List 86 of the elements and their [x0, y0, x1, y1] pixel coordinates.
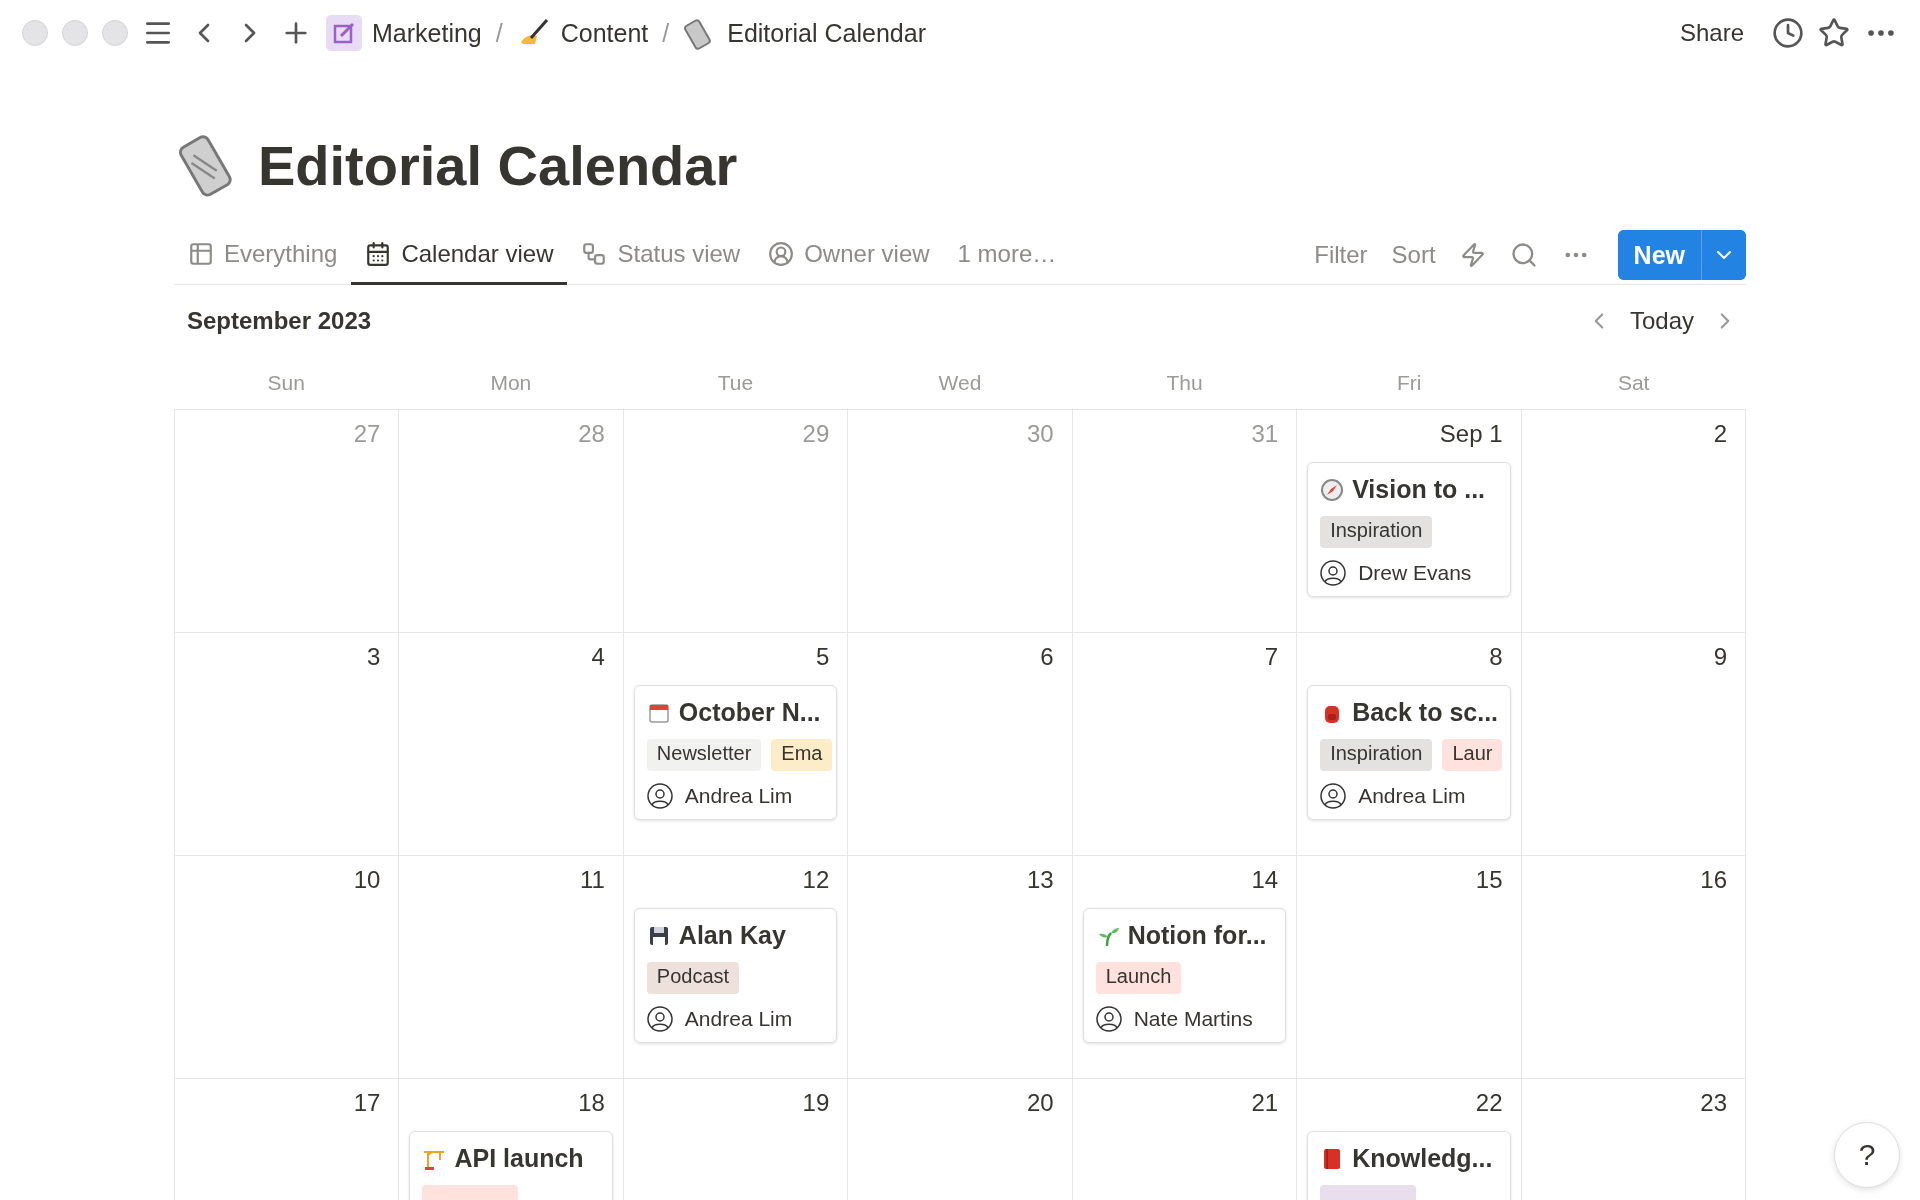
tag: Launch — [1095, 962, 1182, 994]
event-title: Notion for... — [1095, 921, 1286, 950]
breadcrumb-link[interactable]: Editorial Calendar — [683, 16, 926, 50]
day-number: 31 — [1250, 420, 1280, 448]
day-number: 9 — [1712, 643, 1728, 671]
flow-icon — [581, 241, 608, 267]
day-number: 8 — [1488, 643, 1504, 671]
avatar-icon — [646, 783, 673, 809]
day-number: 10 — [352, 866, 382, 894]
weekday-label: Fri — [1395, 370, 1423, 396]
avatar-icon — [646, 1006, 673, 1032]
weekday-label: Sun — [266, 370, 306, 396]
weekday-label: Sat — [1616, 370, 1651, 396]
calendar-icon — [365, 241, 392, 267]
day-number: 12 — [801, 866, 831, 894]
day-number: 6 — [1039, 643, 1055, 671]
weekday-label: Tue — [716, 370, 755, 396]
compass-icon — [1320, 477, 1345, 502]
day-number: 27 — [352, 420, 382, 448]
avatar-icon — [1320, 783, 1347, 809]
tag: Inspiration — [1320, 739, 1433, 771]
today-button[interactable]: Today — [1619, 307, 1704, 335]
tag: Podcast — [646, 962, 740, 994]
tag: Newsletter — [646, 739, 762, 771]
breadcrumb-separator: / — [495, 18, 503, 48]
event-card[interactable]: API launch — [409, 1131, 613, 1200]
day-number: 5 — [814, 643, 831, 671]
day-number: 21 — [1250, 1089, 1280, 1117]
day-number: Sep 1 — [1438, 420, 1504, 448]
day-number: 19 — [801, 1089, 831, 1117]
event-title: API launch — [422, 1144, 612, 1173]
breadcrumb-separator: / — [662, 18, 670, 48]
day-number: 29 — [801, 420, 831, 448]
month-title: September 2023 — [187, 307, 372, 335]
owner-name: Andrea Lim — [684, 784, 793, 808]
event-title: Knowledg... — [1320, 1144, 1510, 1173]
history-icon[interactable] — [1772, 17, 1804, 49]
tag: Laur — [1442, 739, 1503, 771]
breadcrumb-link[interactable]: Marketing — [326, 15, 482, 51]
day-number: 20 — [1026, 1089, 1055, 1117]
tag: Inspiration — [1320, 516, 1433, 548]
avatar-icon — [1095, 1006, 1122, 1032]
edit-icon — [326, 15, 362, 51]
day-number: 22 — [1474, 1089, 1504, 1117]
share-button[interactable]: Share — [1665, 19, 1758, 47]
day-number: 13 — [1026, 866, 1055, 894]
view-tab[interactable]: Calendar view — [351, 226, 568, 285]
event-title: October N... — [646, 698, 837, 727]
star-icon[interactable] — [1818, 17, 1850, 49]
owner-name: Andrea Lim — [684, 1007, 793, 1031]
event-card[interactable]: Knowledg... — [1307, 1131, 1511, 1200]
day-number: 16 — [1699, 866, 1728, 894]
weekday-label: Mon — [489, 370, 533, 396]
weekday-label: Thu — [1165, 370, 1204, 396]
event-card[interactable]: Notion for... Launch Nate Martins — [1082, 908, 1287, 1043]
day-number: 15 — [1474, 866, 1504, 894]
page-title: Editorial Calendar — [258, 132, 738, 198]
day-number: 18 — [577, 1089, 606, 1117]
weekday-label: Wed — [937, 370, 983, 396]
breadcrumb-link[interactable]: Content — [516, 16, 649, 50]
owner-name: Drew Evans — [1358, 561, 1472, 585]
day-number: 11 — [578, 866, 606, 894]
help-button[interactable]: ? — [1834, 1122, 1900, 1188]
day-number: 30 — [1026, 420, 1055, 448]
event-title: Back to sc... — [1320, 698, 1510, 727]
day-number: 4 — [590, 643, 606, 671]
owner-name: Andrea Lim — [1358, 784, 1466, 808]
event-title: Alan Kay — [646, 921, 837, 950]
day-number: 14 — [1250, 866, 1280, 894]
new-dropdown-button[interactable] — [1701, 230, 1746, 280]
day-number: 23 — [1699, 1089, 1728, 1117]
event-title: Vision to ... — [1320, 475, 1510, 504]
user-icon — [768, 241, 795, 267]
day-number: 17 — [352, 1089, 382, 1117]
owner-name: Nate Martins — [1133, 1007, 1253, 1031]
day-number: 2 — [1712, 420, 1728, 448]
event-card[interactable]: Alan Kay Podcast Andrea Lim — [633, 908, 838, 1043]
table-icon — [188, 241, 214, 267]
day-number: 7 — [1263, 643, 1280, 671]
event-card[interactable]: Vision to ... Inspiration Drew Evans — [1307, 462, 1511, 597]
event-card[interactable]: Back to sc... Inspiration Laur Andrea Lim — [1307, 685, 1511, 820]
day-number: 3 — [366, 643, 382, 671]
event-card[interactable]: October N... Newsletter Ema Andrea Lim — [633, 685, 838, 820]
day-number: 28 — [577, 420, 606, 448]
tag: Ema — [771, 739, 833, 771]
avatar-icon — [1320, 560, 1347, 586]
